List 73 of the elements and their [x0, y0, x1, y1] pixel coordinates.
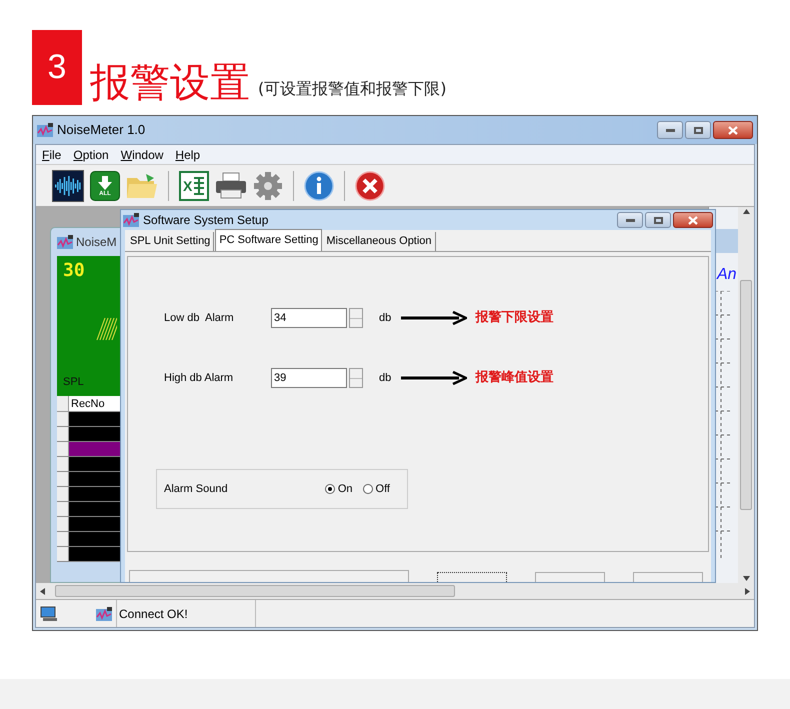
menu-item[interactable]: Help	[175, 146, 200, 164]
radio-button[interactable]	[362, 484, 373, 494]
app-icon	[123, 213, 139, 227]
column-header: RecNo	[70, 397, 105, 411]
field-label: Low db Alarm	[164, 310, 235, 326]
app-icon	[96, 606, 112, 620]
radio-option[interactable]: Off	[362, 480, 390, 498]
printer-icon[interactable]	[215, 172, 247, 200]
app-icon	[57, 235, 73, 249]
scroll-down-icon[interactable]	[742, 576, 750, 581]
row-header	[57, 457, 69, 471]
dialog-tab[interactable]: PC Software Setting	[215, 229, 322, 251]
section-subtitle: (可设置报警值和报警下限)	[258, 78, 446, 100]
chart-title-text: An	[715, 265, 738, 285]
row-header	[57, 517, 69, 531]
row-header	[57, 502, 69, 516]
info-icon[interactable]	[304, 170, 334, 200]
arrow-icon	[401, 311, 468, 325]
row-header	[57, 427, 69, 441]
minimize-button[interactable]	[617, 212, 643, 228]
scroll-left-icon[interactable]	[40, 588, 45, 594]
app-icon	[37, 123, 53, 137]
row-header	[57, 442, 69, 456]
row-header	[57, 472, 69, 486]
row-header	[57, 547, 69, 561]
arrow-icon	[401, 371, 468, 385]
annotation-text: 报警峰值设置	[475, 369, 554, 388]
row-header	[57, 487, 69, 501]
annotation-text: 报警下限设置	[475, 309, 554, 328]
maximize-button[interactable]	[645, 212, 671, 228]
radio-option[interactable]: On	[324, 480, 353, 498]
menu-item[interactable]: File	[42, 146, 62, 164]
meter-label: SPL	[63, 374, 85, 390]
section-title: 报警设置	[90, 61, 250, 105]
unit-label: db	[379, 370, 392, 386]
horizontal-scrollbar[interactable]	[36, 583, 754, 599]
child-window-title: NoiseM	[76, 234, 117, 251]
grid-icon	[194, 176, 204, 194]
vertical-scrollbar[interactable]	[738, 207, 754, 583]
close-icon	[728, 126, 738, 134]
unit-label: db	[379, 310, 392, 326]
maximize-button[interactable]	[685, 121, 711, 139]
dialog-button[interactable]	[437, 572, 507, 582]
row-header	[57, 532, 69, 546]
excel-letter: X	[183, 178, 192, 192]
settings-icon[interactable]	[253, 170, 283, 200]
menu-item[interactable]: Option	[73, 146, 109, 164]
step-number: 3	[32, 30, 82, 105]
menu-item[interactable]: Window	[120, 146, 164, 164]
number-field[interactable]: 34	[271, 308, 347, 328]
alarm-sound-label: Alarm Sound	[164, 482, 229, 497]
scroll-thumb[interactable]	[55, 585, 455, 597]
dialog-title: Software System Setup	[143, 212, 270, 229]
folder-icon[interactable]	[126, 172, 158, 200]
close-button[interactable]	[713, 121, 753, 139]
scroll-up-icon[interactable]	[742, 209, 750, 214]
close-button[interactable]	[673, 212, 713, 228]
waveform-button[interactable]	[52, 170, 84, 202]
download-arrow-icon	[97, 174, 113, 190]
close-icon	[688, 216, 698, 224]
minimize-button[interactable]	[657, 121, 683, 139]
excel-export-button[interactable]: X	[179, 170, 209, 200]
computer-icon	[40, 606, 58, 622]
exit-icon[interactable]	[355, 170, 385, 200]
field-label: High db Alarm	[164, 370, 234, 386]
window-title: NoiseMeter 1.0	[57, 121, 146, 140]
waveform-icon	[54, 174, 82, 198]
scroll-right-icon[interactable]	[745, 588, 750, 594]
number-field[interactable]: 39	[271, 368, 347, 388]
radio-button[interactable]	[324, 484, 335, 494]
status-text: Connect OK!	[116, 600, 256, 627]
meter-reading: 30	[63, 262, 86, 280]
scroll-thumb[interactable]	[740, 280, 752, 510]
